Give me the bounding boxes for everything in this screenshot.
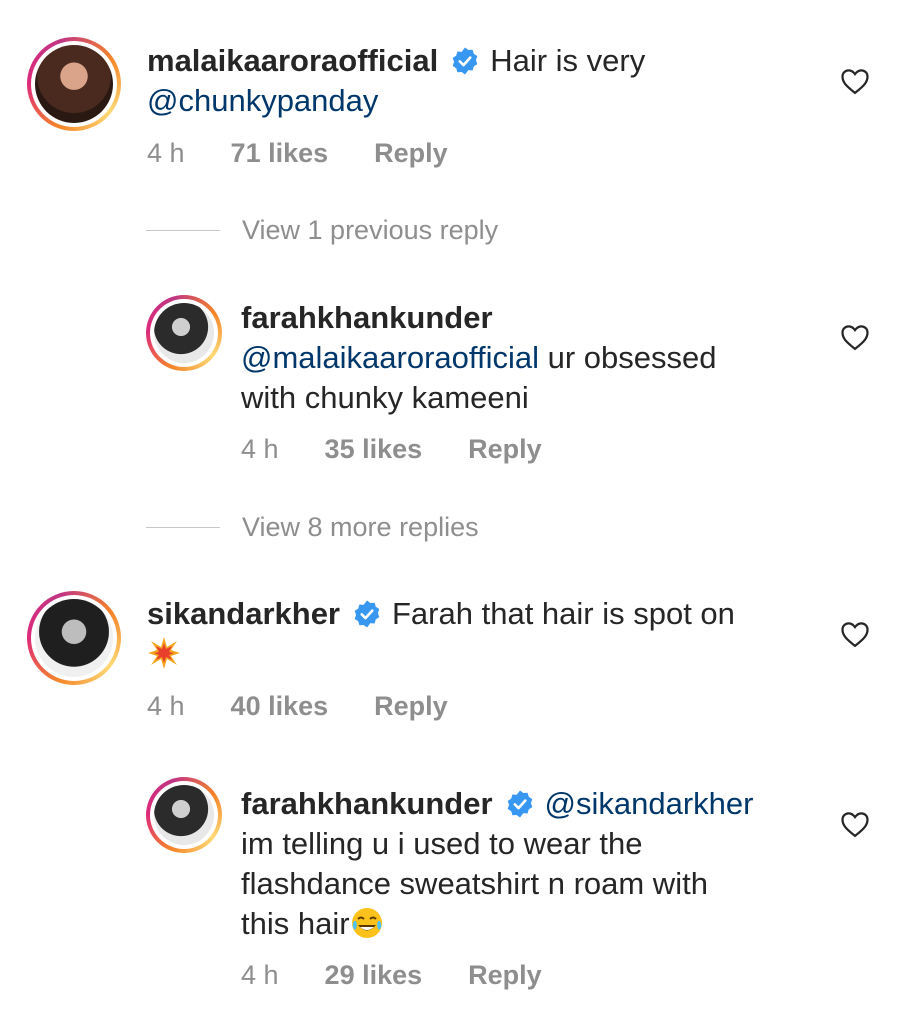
comment-text: farahkhankunder @sikandarkher im telling … (241, 784, 753, 944)
view-replies-label: View 8 more replies (242, 512, 479, 542)
comment-meta: 4 h 29 likes Reply (241, 960, 588, 991)
likes-count[interactable]: 29 likes (325, 960, 423, 991)
avatar[interactable] (146, 295, 222, 371)
view-previous-replies-button[interactable]: View 1 previous reply (146, 215, 498, 246)
comment-text: sikandarkher Farah that hair is spot on (147, 594, 735, 674)
timestamp: 4 h (147, 138, 185, 168)
timestamp: 4 h (147, 691, 185, 721)
likes-count[interactable]: 71 likes (231, 138, 329, 169)
comment-body-line2: with chunky kameeni (241, 380, 529, 415)
username[interactable]: malaikaaroraofficial (147, 43, 438, 78)
heart-icon[interactable] (840, 323, 870, 351)
avatar[interactable] (27, 37, 121, 131)
verified-badge-icon (507, 790, 532, 818)
view-more-replies-button[interactable]: View 8 more replies (146, 512, 479, 543)
likes-count[interactable]: 35 likes (325, 434, 423, 465)
comment-body-line2: im telling u i used to wear the (241, 826, 643, 861)
likes-count[interactable]: 40 likes (231, 691, 329, 722)
avatar[interactable] (27, 591, 121, 685)
timestamp: 4 h (241, 434, 279, 464)
mention-link[interactable]: @chunkypanday (147, 83, 378, 118)
verified-badge-icon (452, 47, 478, 75)
comment-meta: 4 h 35 likes Reply (241, 434, 588, 465)
comment-body-line3: flashdance sweatshirt n roam with (241, 866, 708, 901)
mention-link[interactable]: @malaikaaroraofficial (241, 340, 539, 375)
avatar[interactable] (146, 777, 222, 853)
divider (146, 230, 220, 231)
avatar-photo (35, 45, 113, 123)
heart-icon[interactable] (840, 810, 870, 838)
reply-button[interactable]: Reply (468, 434, 542, 465)
comment-text: malaikaaroraofficial Hair is very @chunky… (147, 41, 645, 121)
comment-body: Farah that hair is spot on (392, 596, 735, 631)
avatar-photo (35, 599, 113, 677)
comment-body: ur obsessed (538, 340, 717, 375)
comment-meta: 4 h 40 likes Reply (147, 691, 494, 722)
collision-emoji-icon (148, 637, 180, 669)
comment-text: farahkhankunder @malaikaaroraofficial ur… (241, 298, 716, 418)
comment-meta: 4 h 71 likes Reply (147, 138, 494, 169)
avatar-photo (154, 303, 214, 363)
username[interactable]: farahkhankunder (241, 786, 493, 821)
divider (146, 527, 220, 528)
comment-body-line4: this hair (241, 906, 350, 941)
reply-button[interactable]: Reply (374, 138, 448, 169)
avatar-photo (154, 785, 214, 845)
heart-icon[interactable] (840, 620, 870, 648)
username[interactable]: sikandarkher (147, 596, 340, 631)
comment-body: Hair is very (490, 43, 646, 78)
reply-button[interactable]: Reply (468, 960, 542, 991)
reply-button[interactable]: Reply (374, 691, 448, 722)
verified-badge-icon (354, 600, 380, 628)
mention-link[interactable]: @sikandarkher (545, 786, 754, 821)
heart-icon[interactable] (840, 67, 870, 95)
view-replies-label: View 1 previous reply (242, 215, 499, 245)
username[interactable]: farahkhankunder (241, 300, 493, 335)
tears-of-joy-emoji-icon (351, 908, 382, 938)
timestamp: 4 h (241, 960, 279, 990)
